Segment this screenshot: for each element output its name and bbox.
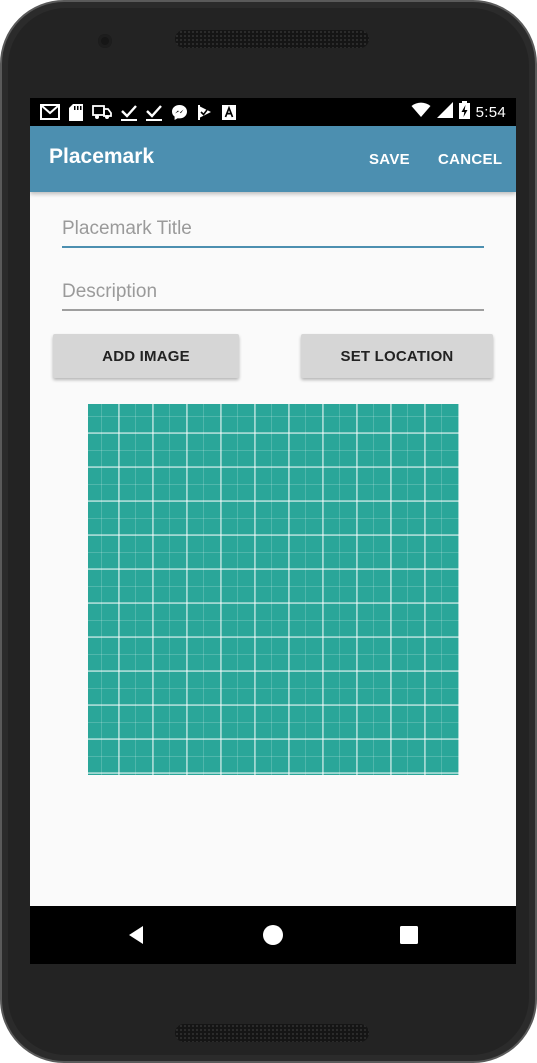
placemark-image-preview[interactable]: [88, 404, 459, 775]
system-status: 5:54: [411, 100, 506, 124]
font-a-icon: [222, 104, 236, 120]
recents-icon[interactable]: [397, 923, 421, 947]
add-image-button[interactable]: ADD IMAGE: [53, 334, 239, 378]
messenger-icon: [171, 104, 188, 121]
phone-frame: 5:54 Placemark SAVE CANCEL ADD IMAGE SET…: [0, 0, 537, 1063]
wifi-icon: [411, 102, 431, 123]
check-icon: [146, 104, 162, 121]
description-underline: [62, 309, 484, 311]
placemark-title-field: [62, 218, 484, 248]
screen: 5:54 Placemark SAVE CANCEL ADD IMAGE SET…: [30, 98, 516, 964]
check-flag-icon: [197, 104, 213, 121]
description-input[interactable]: [62, 281, 484, 309]
home-icon[interactable]: [261, 923, 285, 947]
cell-signal-icon: [436, 101, 453, 123]
gmail-icon: [40, 104, 60, 120]
save-button[interactable]: SAVE: [369, 151, 410, 168]
set-location-button[interactable]: SET LOCATION: [301, 334, 493, 378]
status-clock: 5:54: [475, 103, 506, 121]
front-camera: [98, 34, 112, 48]
status-bar: 5:54: [30, 98, 516, 126]
car-icon: [92, 104, 112, 120]
top-speaker-grille: [175, 30, 369, 48]
cancel-button[interactable]: CANCEL: [438, 151, 502, 168]
app-title: Placemark: [49, 145, 155, 168]
sd-card-icon: [69, 103, 83, 121]
bottom-speaker-grille: [175, 1024, 369, 1042]
notification-icons: [40, 102, 236, 122]
app-bar: Placemark SAVE CANCEL: [30, 126, 516, 192]
title-underline: [62, 246, 484, 248]
back-icon[interactable]: [124, 923, 148, 947]
battery-charging-icon: [458, 100, 470, 124]
placemark-title-input[interactable]: [62, 218, 484, 246]
navigation-bar: [30, 906, 516, 964]
check-icon: [121, 104, 137, 121]
description-field: [62, 281, 484, 311]
